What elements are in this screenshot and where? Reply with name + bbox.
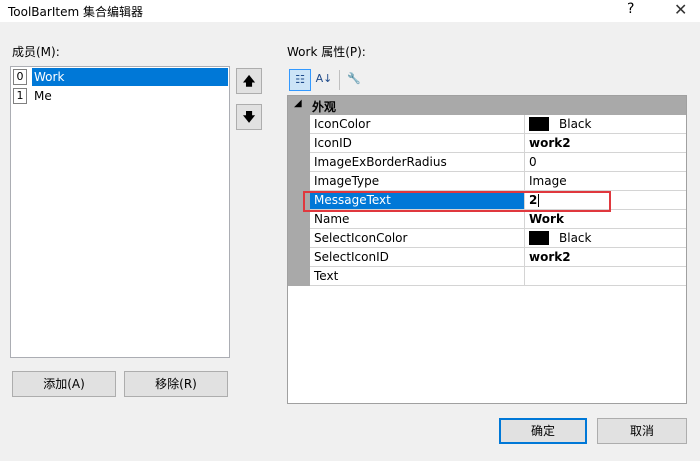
- property-row-selecticonid[interactable]: SelectIconID work2: [310, 248, 686, 267]
- property-row-imagetype[interactable]: ImageType Image: [310, 172, 686, 191]
- property-row-text[interactable]: Text: [310, 267, 686, 286]
- property-name: Text: [310, 267, 525, 285]
- property-pages-button[interactable]: 🔧: [343, 69, 365, 91]
- property-row-imageexborderradius[interactable]: ImageExBorderRadius 0: [310, 153, 686, 172]
- cancel-button[interactable]: 取消: [597, 418, 687, 444]
- add-button[interactable]: 添加(A): [12, 371, 116, 397]
- properties-label: Work 属性(P):: [287, 45, 366, 59]
- members-list[interactable]: 0 Work 1 Me: [10, 66, 230, 358]
- toolbar-separator: [339, 70, 340, 90]
- collapse-arrow-icon[interactable]: ◢: [294, 98, 302, 109]
- text-caret: [538, 194, 540, 207]
- property-name: ImageType: [310, 172, 525, 190]
- members-label: 成员(M):: [12, 45, 60, 59]
- property-value[interactable]: work2: [526, 134, 686, 152]
- property-row-iconid[interactable]: IconID work2: [310, 134, 686, 153]
- help-button[interactable]: ?: [627, 1, 634, 17]
- category-row-appearance[interactable]: ◢ 外观: [288, 96, 686, 115]
- move-down-button[interactable]: 🡇: [236, 104, 262, 130]
- category-label: 外观: [312, 100, 337, 114]
- color-swatch: [529, 230, 549, 245]
- property-grid[interactable]: ◢ 外观 IconColor Black IconID work2 ImageE…: [287, 95, 687, 404]
- property-name: ImageExBorderRadius: [310, 153, 525, 171]
- remove-button[interactable]: 移除(R): [124, 371, 228, 397]
- property-value[interactable]: work2: [526, 248, 686, 266]
- arrow-down-icon: 🡇: [242, 110, 256, 124]
- property-name: IconColor: [310, 115, 525, 133]
- categorized-icon: ☷: [295, 73, 305, 86]
- property-row-name[interactable]: Name Work: [310, 210, 686, 229]
- property-value[interactable]: Work: [526, 210, 686, 228]
- alphabetical-button[interactable]: A↓: [313, 69, 335, 91]
- property-name: Name: [310, 210, 525, 228]
- close-button[interactable]: ✕: [674, 0, 687, 19]
- categorized-button[interactable]: ☷: [289, 69, 311, 91]
- property-toolbar: ☷ A↓ 🔧: [287, 67, 687, 93]
- window-title: ToolBarItem 集合编辑器: [8, 5, 143, 19]
- property-value[interactable]: Black: [526, 115, 686, 133]
- property-name: MessageText: [310, 191, 525, 209]
- property-name: SelectIconColor: [310, 229, 525, 247]
- property-row-selecticoncolor[interactable]: SelectIconColor Black: [310, 229, 686, 248]
- list-item-label: Work: [32, 68, 228, 86]
- property-name: SelectIconID: [310, 248, 525, 266]
- list-item-index: 1: [13, 88, 27, 104]
- list-item-index: 0: [13, 69, 27, 85]
- grid-gutter: [288, 115, 310, 286]
- editor-text: 2: [529, 193, 538, 207]
- list-item-label: Me: [34, 89, 52, 103]
- property-value-editor[interactable]: 2: [526, 191, 686, 209]
- title-bar: ToolBarItem 集合编辑器 ? ✕: [0, 0, 700, 22]
- color-value-text: Black: [559, 117, 592, 131]
- property-name: IconID: [310, 134, 525, 152]
- move-up-button[interactable]: 🡅: [236, 68, 262, 94]
- property-value[interactable]: Image: [526, 172, 686, 190]
- list-item-me[interactable]: 1 Me: [12, 87, 229, 105]
- property-value[interactable]: 0: [526, 153, 686, 171]
- property-row-iconcolor[interactable]: IconColor Black: [310, 115, 686, 134]
- color-value-text: Black: [559, 231, 592, 245]
- property-value[interactable]: Black: [526, 229, 686, 247]
- property-value[interactable]: [526, 267, 686, 285]
- arrow-up-icon: 🡅: [242, 74, 256, 88]
- color-swatch: [529, 116, 549, 131]
- wrench-icon: 🔧: [347, 72, 361, 85]
- ok-button[interactable]: 确定: [499, 418, 587, 444]
- list-item-work[interactable]: 0 Work: [12, 68, 229, 86]
- sort-alpha-icon: A↓: [315, 72, 333, 85]
- property-row-messagetext[interactable]: MessageText 2: [310, 191, 686, 210]
